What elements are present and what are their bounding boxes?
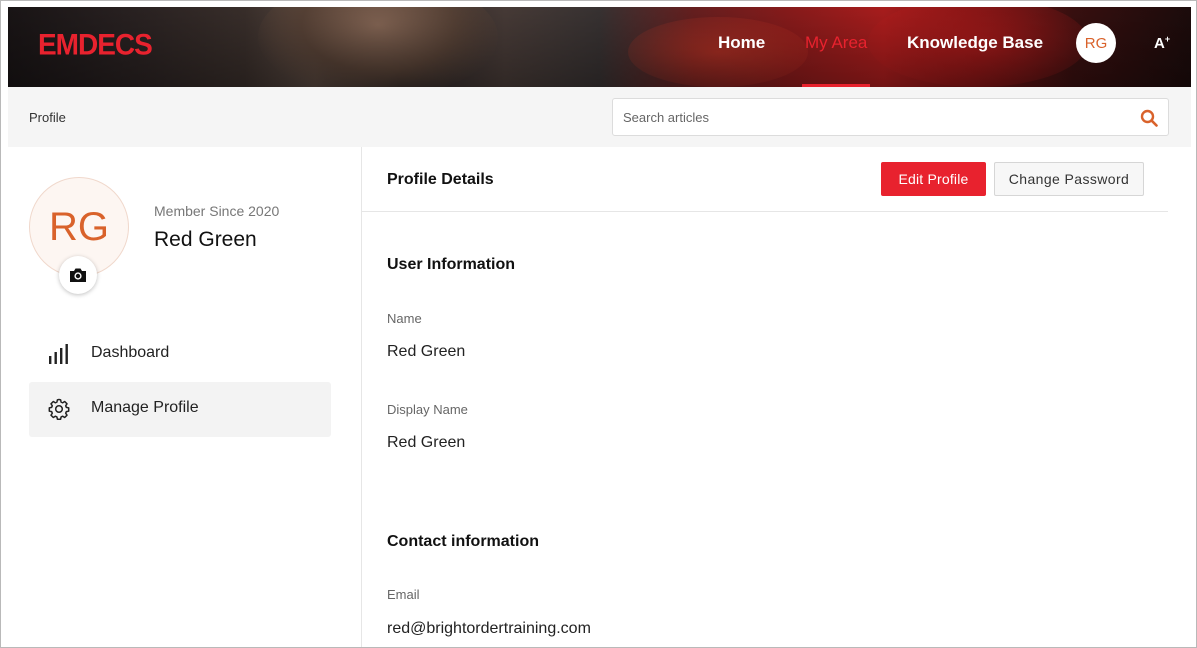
member-since: Member Since 2020 bbox=[154, 203, 280, 219]
app-window: EMDECS Home My Area Knowledge Base RG A+… bbox=[0, 0, 1197, 648]
breadcrumb-bar: Profile bbox=[8, 87, 1191, 147]
user-information-heading: User Information bbox=[387, 256, 516, 273]
user-avatar-button[interactable]: RG bbox=[1076, 23, 1116, 63]
nav-my-area[interactable]: My Area bbox=[805, 33, 867, 53]
gear-icon bbox=[48, 398, 70, 420]
contact-information-heading: Contact information bbox=[387, 533, 539, 550]
page-title: Profile Details bbox=[387, 171, 494, 188]
sidebar-item-label: Manage Profile bbox=[91, 399, 199, 416]
profile-details-panel: Profile Details Edit Profile Change Pass… bbox=[362, 147, 1191, 647]
sidebar-item-dashboard[interactable]: Dashboard bbox=[29, 327, 331, 382]
display-name-value: Red Green bbox=[387, 434, 466, 451]
edit-profile-button[interactable]: Edit Profile bbox=[881, 162, 986, 196]
nav-home[interactable]: Home bbox=[718, 33, 765, 53]
camera-icon bbox=[70, 268, 86, 282]
name-label: Name bbox=[387, 311, 422, 326]
email-value: red@brightordertraining.com bbox=[387, 620, 591, 637]
header-banner: EMDECS Home My Area Knowledge Base RG A+ bbox=[8, 7, 1191, 87]
email-label: Email bbox=[387, 587, 420, 602]
search-input[interactable] bbox=[613, 99, 1133, 135]
change-password-button[interactable]: Change Password bbox=[994, 162, 1144, 196]
display-name-label: Display Name bbox=[387, 402, 468, 417]
nav-knowledge-base[interactable]: Knowledge Base bbox=[907, 33, 1043, 53]
sidebar-item-label: Dashboard bbox=[91, 344, 170, 361]
profile-sidebar: RG Member Since 2020 Red Green Dashboard bbox=[8, 147, 362, 647]
name-value: Red Green bbox=[387, 343, 466, 360]
profile-name: Red Green bbox=[154, 228, 257, 251]
bar-chart-icon bbox=[49, 344, 68, 364]
breadcrumb: Profile bbox=[29, 110, 66, 125]
search-box bbox=[612, 98, 1169, 136]
sidebar-item-manage-profile[interactable]: Manage Profile bbox=[29, 382, 331, 437]
avatar-initials: RG bbox=[1084, 34, 1108, 52]
change-photo-button[interactable] bbox=[59, 256, 97, 294]
font-size-toggle-icon[interactable]: A+ bbox=[1154, 34, 1170, 52]
emdecs-logo[interactable]: EMDECS bbox=[38, 28, 153, 62]
details-header: Profile Details Edit Profile Change Pass… bbox=[362, 147, 1168, 212]
search-icon[interactable] bbox=[1140, 109, 1158, 127]
